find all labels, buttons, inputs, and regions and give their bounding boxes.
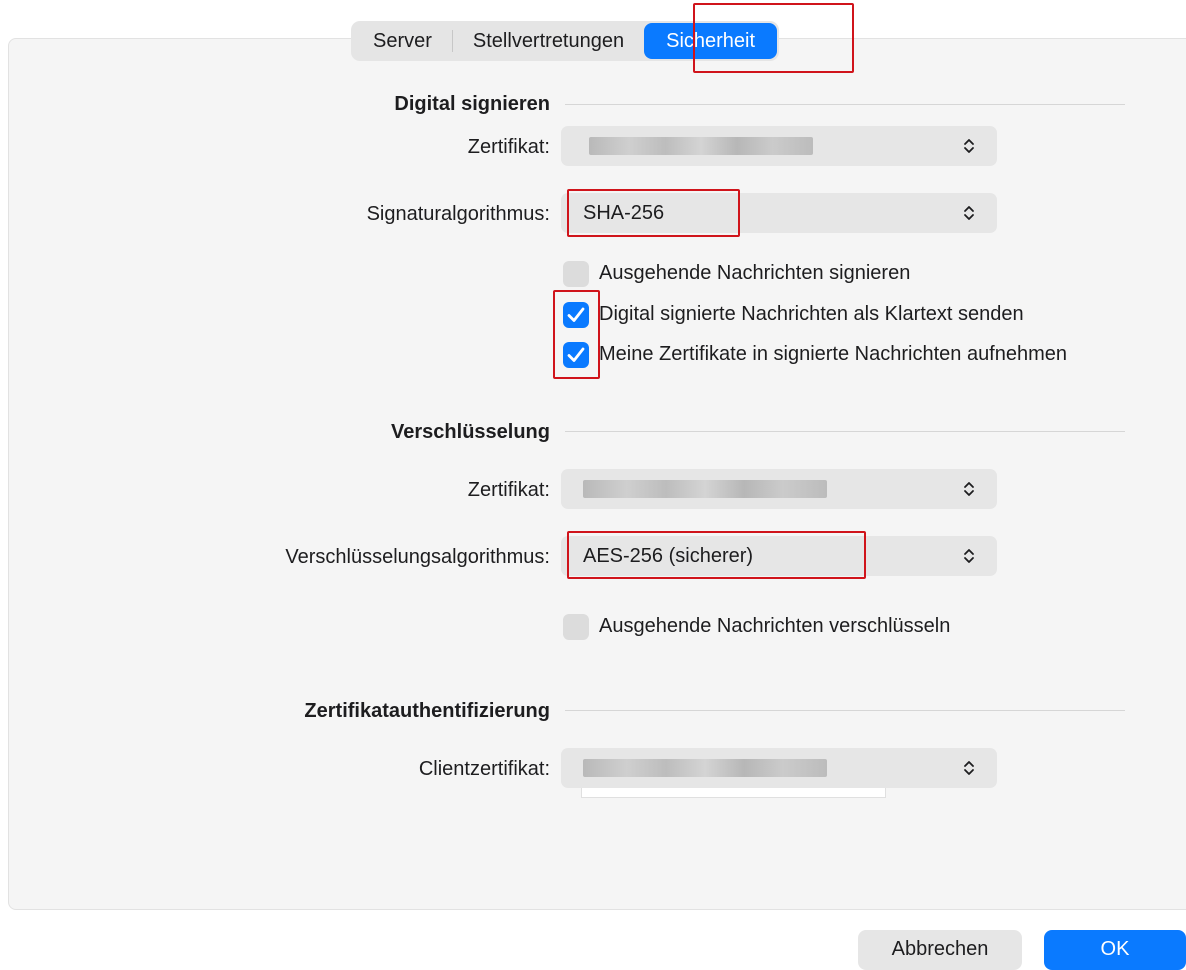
cleartext-signed-label: Digital signierte Nachrichten als Klarte… xyxy=(599,303,1024,325)
chevron-up-down-icon xyxy=(963,748,975,788)
signature-algorithm-label: Signaturalgorithmus: xyxy=(366,203,550,225)
encrypt-outgoing-label: Ausgehende Nachrichten verschlüsseln xyxy=(599,615,951,637)
sign-certificate-popup[interactable] xyxy=(561,126,997,166)
ok-button[interactable]: OK xyxy=(1044,930,1186,970)
chevron-up-down-icon xyxy=(963,469,975,509)
tab-bar: Server Stellvertretungen Sicherheit xyxy=(351,21,780,61)
tab-stellvertretungen[interactable]: Stellvertretungen xyxy=(453,23,644,59)
tab-server[interactable]: Server xyxy=(353,23,452,59)
chevron-up-down-icon xyxy=(963,536,975,576)
encryption-algorithm-value: AES-256 (sicherer) xyxy=(583,545,754,567)
encryption-certificate-label: Zertifikat: xyxy=(467,479,550,501)
include-certificates-label: Meine Zertifikate in signierte Nachricht… xyxy=(599,343,1068,365)
section-divider xyxy=(565,710,1125,711)
sign-certificate-label: Zertifikat: xyxy=(467,136,550,158)
encryption-algorithm-label: Verschlüsselungsalgorithmus: xyxy=(285,546,550,568)
section-title-encryption: Verschlüsselung xyxy=(391,421,550,443)
chevron-up-down-icon xyxy=(963,193,975,233)
redacted-certificate-value xyxy=(589,137,813,155)
section-title-cert-auth: Zertifikatauthentifizierung xyxy=(304,700,550,722)
cancel-button[interactable]: Abbrechen xyxy=(858,930,1022,970)
sign-outgoing-label: Ausgehende Nachrichten signieren xyxy=(599,262,911,284)
checkmark-icon xyxy=(567,347,585,362)
redacted-certificate-value xyxy=(583,759,827,777)
encrypt-outgoing-checkbox[interactable] xyxy=(563,614,589,640)
redacted-certificate-value xyxy=(583,480,827,498)
popup-shadow-remnant xyxy=(581,788,886,798)
signature-algorithm-value: SHA-256 xyxy=(583,202,665,224)
tab-sicherheit[interactable]: Sicherheit xyxy=(644,23,778,59)
section-title-digital-sign: Digital signieren xyxy=(394,93,550,115)
client-certificate-label: Clientzertifikat: xyxy=(418,758,550,780)
client-certificate-popup[interactable] xyxy=(561,748,997,788)
signature-algorithm-popup[interactable]: SHA-256 xyxy=(561,193,997,233)
encryption-certificate-popup[interactable] xyxy=(561,469,997,509)
checkmark-icon xyxy=(567,307,585,322)
cleartext-signed-checkbox[interactable] xyxy=(563,302,589,328)
section-divider xyxy=(565,431,1125,432)
section-divider xyxy=(565,104,1125,105)
chevron-up-down-icon xyxy=(963,126,975,166)
encryption-algorithm-popup[interactable]: AES-256 (sicherer) xyxy=(561,536,997,576)
include-certificates-checkbox[interactable] xyxy=(563,342,589,368)
sign-outgoing-checkbox[interactable] xyxy=(563,261,589,287)
